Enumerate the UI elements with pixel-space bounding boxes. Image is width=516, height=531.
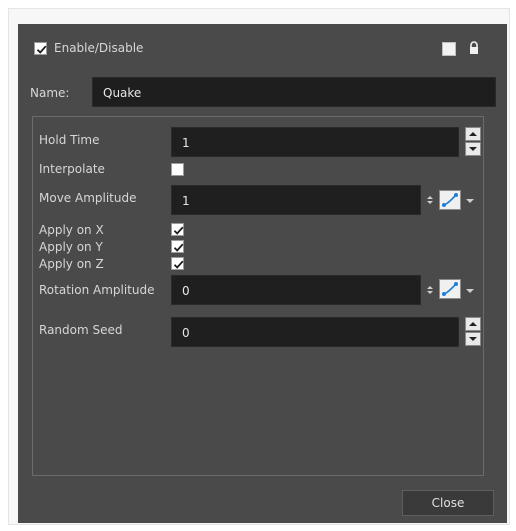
checkmark-icon bbox=[36, 45, 47, 54]
quake-layer-properties-dialog: Enable/Disable Name: Quake Hold Time 1 I… bbox=[18, 24, 507, 523]
chevron-down-icon[interactable] bbox=[465, 287, 475, 295]
interpolate-checkbox[interactable] bbox=[171, 163, 184, 176]
hold-time-input[interactable]: 1 bbox=[171, 127, 459, 157]
close-button[interactable]: Close bbox=[402, 490, 494, 516]
move-amplitude-label: Move Amplitude bbox=[39, 191, 137, 205]
apply-on-y-checkbox[interactable] bbox=[171, 240, 184, 253]
random-seed-input[interactable]: 0 bbox=[171, 317, 459, 347]
enable-disable-checkbox[interactable] bbox=[34, 42, 47, 55]
function-button-move[interactable] bbox=[439, 190, 461, 210]
name-label: Name: bbox=[30, 86, 70, 100]
enable-disable-label: Enable/Disable bbox=[54, 41, 144, 55]
checkmark-icon bbox=[173, 226, 184, 235]
lock-icon[interactable] bbox=[468, 40, 480, 56]
move-amplitude-input[interactable]: 1 bbox=[171, 185, 421, 215]
spin-down-button[interactable] bbox=[465, 142, 481, 156]
spin-up-button[interactable] bbox=[465, 127, 481, 141]
checkmark-icon bbox=[173, 243, 184, 252]
apply-on-z-label: Apply on Z bbox=[39, 257, 104, 271]
arrow-down-icon bbox=[469, 147, 477, 151]
hold-time-spinner[interactable] bbox=[465, 127, 481, 157]
function-curve-icon bbox=[442, 282, 458, 296]
name-input[interactable]: Quake bbox=[92, 77, 496, 107]
up-down-arrows-icon[interactable] bbox=[425, 283, 435, 297]
arrow-up-icon bbox=[469, 322, 477, 326]
apply-on-x-label: Apply on X bbox=[39, 223, 104, 237]
arrow-up-icon bbox=[469, 132, 477, 136]
random-seed-label: Random Seed bbox=[39, 323, 123, 337]
checkmark-icon bbox=[173, 260, 184, 269]
apply-on-x-checkbox[interactable] bbox=[171, 223, 184, 236]
up-down-arrows-icon[interactable] bbox=[425, 193, 435, 207]
spin-down-button[interactable] bbox=[465, 332, 481, 346]
function-curve-icon bbox=[442, 193, 458, 207]
chevron-down-icon[interactable] bbox=[465, 197, 475, 205]
function-button-rotation[interactable] bbox=[439, 279, 461, 299]
color-swatch[interactable] bbox=[442, 42, 456, 56]
rotation-amplitude-label: Rotation Amplitude bbox=[39, 283, 155, 297]
random-seed-spinner[interactable] bbox=[465, 317, 481, 347]
spin-up-button[interactable] bbox=[465, 317, 481, 331]
apply-on-z-checkbox[interactable] bbox=[171, 257, 184, 270]
rotation-amplitude-input[interactable]: 0 bbox=[171, 275, 421, 305]
hold-time-label: Hold Time bbox=[39, 133, 100, 147]
apply-on-y-label: Apply on Y bbox=[39, 240, 103, 254]
arrow-down-icon bbox=[469, 337, 477, 341]
parameters-panel: Hold Time 1 Interpolate Move Amplitude 1 bbox=[32, 116, 484, 476]
interpolate-label: Interpolate bbox=[39, 162, 105, 176]
